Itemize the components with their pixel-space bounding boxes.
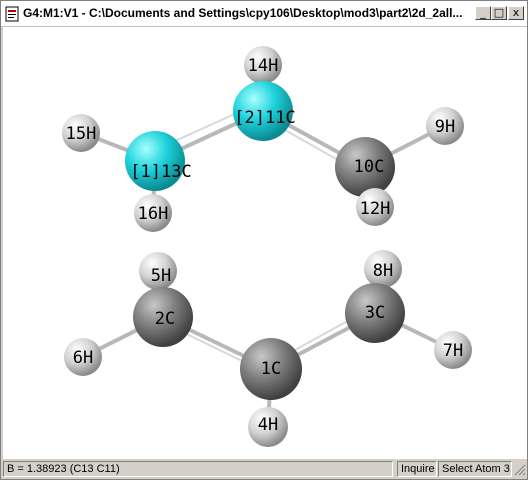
- svg-text:4H: 4H: [258, 415, 278, 435]
- molecule-viewport[interactable]: 14H 15H 9H [2]11C [1]13C 10C 16H 12H 5H …: [3, 27, 527, 459]
- atom-16H[interactable]: 16H: [134, 194, 172, 232]
- svg-text:8H: 8H: [373, 261, 393, 281]
- close-button[interactable]: x: [508, 6, 524, 20]
- svg-text:6H: 6H: [73, 348, 93, 368]
- atom-4H[interactable]: 4H: [248, 407, 288, 447]
- svg-text:[2]11C: [2]11C: [234, 108, 295, 128]
- status-bar: B = 1.38923 (C13 C11) Inquire Select Ato…: [1, 459, 527, 479]
- atom-2C[interactable]: 2C: [133, 287, 193, 347]
- svg-text:16H: 16H: [138, 204, 169, 224]
- molecule-canvas[interactable]: 14H 15H 9H [2]11C [1]13C 10C 16H 12H 5H …: [3, 27, 527, 459]
- minimize-button[interactable]: _: [475, 6, 491, 20]
- atom-8H[interactable]: 8H: [364, 250, 402, 288]
- svg-text:15H: 15H: [66, 124, 97, 144]
- atom-5H[interactable]: 5H: [139, 252, 177, 290]
- measurement-status: B = 1.38923 (C13 C11): [3, 461, 393, 477]
- title-bar[interactable]: G4:M1:V1 - C:\Documents and Settings\cpy…: [1, 1, 527, 27]
- svg-text:5H: 5H: [151, 266, 171, 286]
- atom-6H[interactable]: 6H: [64, 338, 102, 376]
- svg-text:10C: 10C: [354, 157, 385, 177]
- atom-1C[interactable]: 1C: [240, 338, 302, 400]
- svg-text:[1]13C: [1]13C: [130, 162, 191, 182]
- atom-7H[interactable]: 7H: [434, 331, 472, 369]
- atom-11C[interactable]: [2]11C: [233, 81, 296, 141]
- maximize-button[interactable]: □: [491, 6, 507, 20]
- svg-text:9H: 9H: [435, 117, 455, 137]
- svg-text:12H: 12H: [360, 199, 391, 219]
- document-icon: [5, 6, 19, 22]
- gaussview-window: G4:M1:V1 - C:\Documents and Settings\cpy…: [0, 0, 528, 480]
- atom-14H[interactable]: 14H: [244, 46, 282, 84]
- atom-3C[interactable]: 3C: [345, 283, 405, 343]
- svg-text:1C: 1C: [261, 359, 281, 379]
- mode-status: Inquire: [397, 461, 437, 477]
- atom-9H[interactable]: 9H: [426, 107, 464, 145]
- window-title: G4:M1:V1 - C:\Documents and Settings\cpy…: [23, 6, 463, 20]
- action-status: Select Atom 3: [438, 461, 512, 477]
- resize-grip-icon[interactable]: [514, 464, 526, 476]
- atom-15H[interactable]: 15H: [62, 114, 100, 152]
- svg-text:3C: 3C: [365, 303, 385, 323]
- atom-13C[interactable]: [1]13C: [125, 131, 192, 191]
- atom-12H[interactable]: 12H: [356, 188, 394, 226]
- svg-text:7H: 7H: [443, 341, 463, 361]
- svg-text:2C: 2C: [155, 309, 175, 329]
- svg-text:14H: 14H: [248, 56, 279, 76]
- atom-10C[interactable]: 10C: [335, 137, 395, 197]
